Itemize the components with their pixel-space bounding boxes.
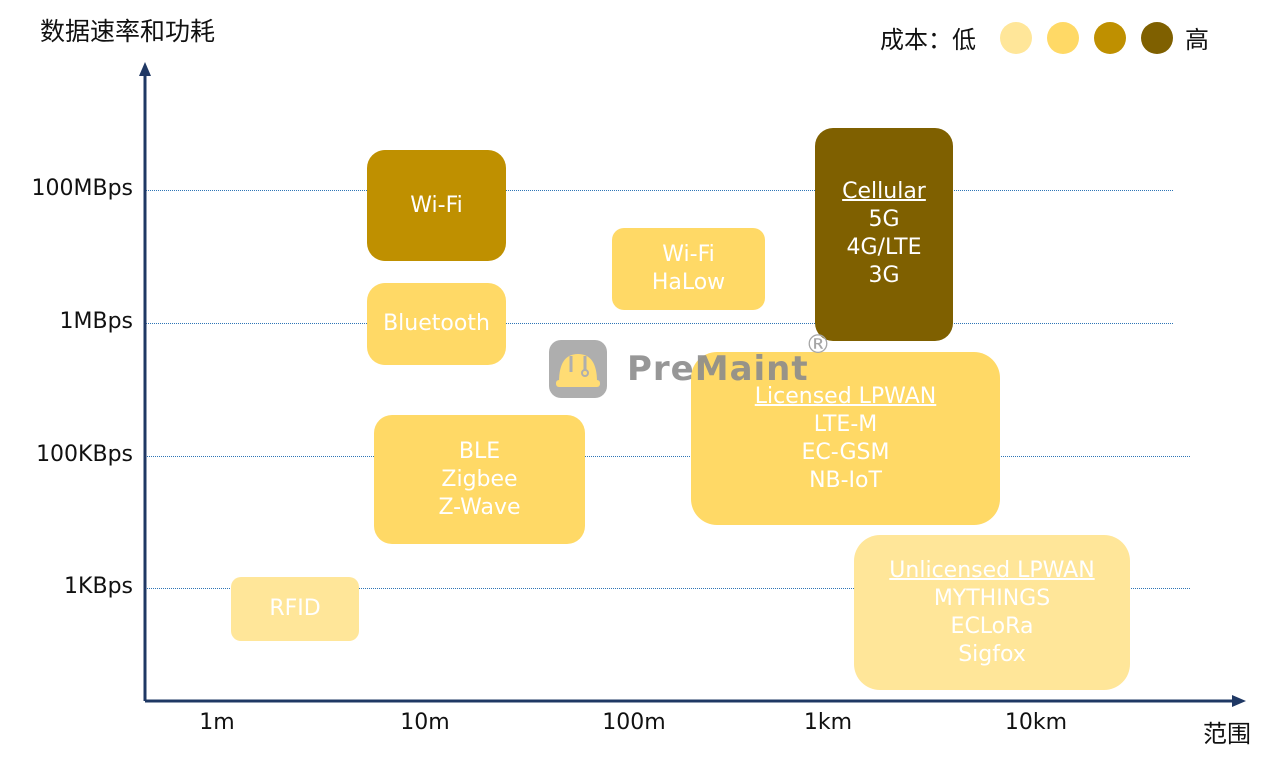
box-line: Wi-Fi <box>410 192 463 218</box>
box-rfid: RFID <box>231 577 359 641</box>
box-wifi-halow: Wi-Fi HaLow <box>612 228 765 310</box>
box-line: 4G/LTE <box>846 235 922 260</box>
watermark-logo: PreMaint <box>549 340 809 398</box>
box-line: MYTHINGS <box>933 585 1051 611</box>
box-line: 3G <box>868 263 900 288</box>
watermark-text: PreMaint <box>627 349 809 389</box>
box-line: Wi-Fi <box>662 242 715 267</box>
box-line: Bluetooth <box>383 311 490 336</box>
box-line: BLE <box>458 438 501 464</box>
box-line: NB-IoT <box>809 467 882 493</box>
box-cellular: Cellular 5G 4G/LTE 3G <box>815 128 953 341</box>
box-heading: Cellular <box>842 179 926 204</box>
registered-mark: ® <box>805 330 831 360</box>
box-bluetooth: Bluetooth <box>367 283 506 365</box>
box-heading: Unlicensed LPWAN <box>889 557 1095 583</box>
box-wifi: Wi-Fi <box>367 150 506 261</box>
helmet-icon <box>549 340 607 398</box>
box-line: HaLow <box>651 270 726 295</box>
box-line: LTE-M <box>813 411 878 437</box>
box-ble-zigbee-zwave: BLE Zigbee Z-Wave <box>374 415 585 544</box>
box-line: Sigfox <box>958 641 1026 667</box>
box-line: 5G <box>868 207 900 232</box>
box-line: Z-Wave <box>438 494 521 520</box>
box-unlicensed-lpwan: Unlicensed LPWAN MYTHINGS ECLoRa Sigfox <box>854 535 1130 690</box>
box-line: ECLoRa <box>950 613 1034 639</box>
x-axis-arrow-icon <box>1232 695 1246 707</box>
box-line: EC-GSM <box>801 439 890 465</box>
y-axis-arrow-icon <box>139 62 151 76</box>
box-line: Zigbee <box>441 466 518 492</box>
box-line: RFID <box>269 596 321 621</box>
